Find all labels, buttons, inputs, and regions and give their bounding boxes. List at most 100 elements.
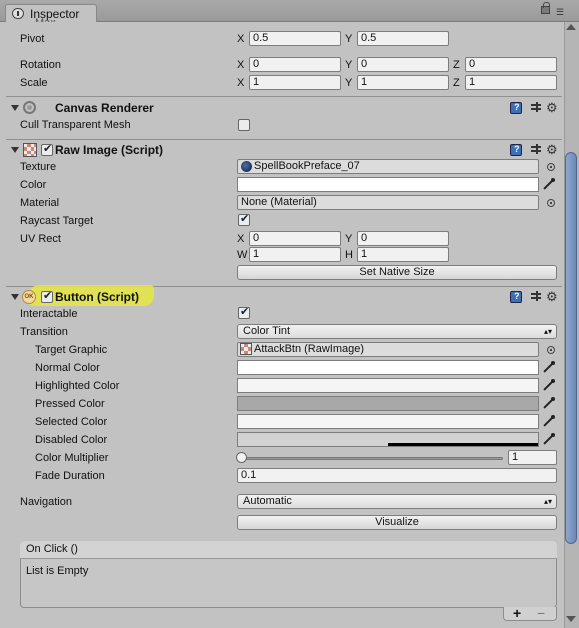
disabled-color-label: Disabled Color xyxy=(35,434,108,446)
foldout-raw-image[interactable] xyxy=(11,147,19,153)
uv-w-field[interactable]: 1 xyxy=(249,247,341,262)
foldout-button[interactable] xyxy=(11,294,19,300)
help-icon[interactable] xyxy=(510,144,522,156)
pivot-y-field[interactable]: 0.5 xyxy=(357,31,449,46)
fade-duration-label: Fade Duration xyxy=(35,470,105,482)
color-multiplier-field[interactable]: 1 xyxy=(508,450,557,465)
color-multiplier-label: Color Multiplier xyxy=(35,452,109,464)
section-divider xyxy=(6,96,562,97)
info-icon xyxy=(12,8,24,19)
texture-field[interactable]: SpellBookPreface_07 xyxy=(237,159,539,174)
uv-x-field[interactable]: 0 xyxy=(249,231,341,246)
object-picker-icon[interactable] xyxy=(547,163,555,171)
alpha-bar xyxy=(388,443,538,446)
color-field[interactable] xyxy=(237,177,539,192)
transition-label: Transition xyxy=(20,326,68,338)
set-native-size-button[interactable]: Set Native Size xyxy=(237,265,557,280)
list-empty-text: List is Empty xyxy=(26,565,89,577)
normal-color-label: Normal Color xyxy=(35,362,100,374)
preset-icon[interactable] xyxy=(530,144,542,156)
pressed-color-field[interactable] xyxy=(237,396,539,411)
selected-color-label: Selected Color xyxy=(35,416,108,428)
eyedropper-icon[interactable] xyxy=(543,379,556,392)
cull-transparent-mesh-checkbox[interactable] xyxy=(238,119,250,131)
texture-value: SpellBookPreface_07 xyxy=(254,160,360,172)
highlighted-color-field[interactable] xyxy=(237,378,539,393)
eyedropper-icon[interactable] xyxy=(543,178,556,191)
raw-image-enabled-checkbox[interactable] xyxy=(41,142,53,156)
button-component-icon: OK xyxy=(22,290,36,304)
target-graphic-field[interactable]: AttackBtn (RawImage) xyxy=(237,342,539,357)
lock-icon[interactable] xyxy=(541,2,550,14)
pivot-x-field[interactable]: 0.5 xyxy=(249,31,341,46)
visualize-button[interactable]: Visualize xyxy=(237,515,557,530)
eyedropper-icon[interactable] xyxy=(543,433,556,446)
transition-value: Color Tint xyxy=(243,325,291,337)
material-label: Material xyxy=(20,197,60,209)
target-graphic-label: Target Graphic xyxy=(35,344,108,356)
scroll-down-icon[interactable] xyxy=(566,616,576,622)
on-click-header: On Click () xyxy=(20,541,557,559)
menu-icon[interactable]: ☰ xyxy=(556,7,568,17)
scroll-up-icon[interactable] xyxy=(566,24,576,30)
help-icon[interactable] xyxy=(510,291,522,303)
rotation-label: Rotation xyxy=(20,59,61,71)
navigation-dropdown[interactable]: Automatic ▴▾ xyxy=(237,494,557,509)
foldout-canvas-renderer[interactable] xyxy=(11,105,19,111)
rotation-x-field[interactable]: 0 xyxy=(249,57,341,72)
texture-label: Texture xyxy=(20,161,57,173)
rotation-y-field[interactable]: 0 xyxy=(357,57,449,72)
rotation-z-axis: Z xyxy=(453,59,460,71)
preset-icon[interactable] xyxy=(530,291,542,303)
scale-x-axis: X xyxy=(237,77,245,89)
remove-item-button[interactable]: − xyxy=(537,605,545,621)
max-label: Max xyxy=(35,16,56,22)
pressed-color-label: Pressed Color xyxy=(35,398,105,410)
color-multiplier-slider-track[interactable] xyxy=(241,457,503,460)
uv-h-field[interactable]: 1 xyxy=(357,247,449,262)
raw-image-icon xyxy=(23,143,37,157)
help-icon[interactable] xyxy=(510,102,522,114)
add-item-button[interactable]: + xyxy=(513,605,521,621)
scale-z-field[interactable]: 1 xyxy=(465,75,557,90)
canvas-renderer-icon xyxy=(23,101,36,114)
color-label: Color xyxy=(20,179,47,191)
interactable-checkbox[interactable] xyxy=(238,305,250,319)
preset-icon[interactable] xyxy=(530,102,542,114)
pivot-label: Pivot xyxy=(20,33,45,45)
navigation-label: Navigation xyxy=(20,496,72,508)
selected-color-field[interactable] xyxy=(237,414,539,429)
dropdown-arrow-icon: ▴▾ xyxy=(543,327,552,336)
gear-icon[interactable]: ⚙ xyxy=(546,290,558,303)
eyedropper-icon[interactable] xyxy=(543,415,556,428)
uv-y-field[interactable]: 0 xyxy=(357,231,449,246)
normal-color-field[interactable] xyxy=(237,360,539,375)
texture-icon xyxy=(241,161,252,172)
disabled-color-field[interactable] xyxy=(237,432,539,447)
object-picker-icon[interactable] xyxy=(547,346,555,354)
color-multiplier-slider-handle[interactable] xyxy=(236,452,247,463)
eyedropper-icon[interactable] xyxy=(543,361,556,374)
rotation-y-axis: Y xyxy=(345,59,353,71)
list-footer: + − xyxy=(503,605,557,621)
button-enabled-checkbox[interactable] xyxy=(41,289,53,303)
scale-y-axis: Y xyxy=(345,77,353,89)
scale-y-field[interactable]: 1 xyxy=(357,75,449,90)
scale-z-axis: Z xyxy=(453,77,460,89)
object-picker-icon[interactable] xyxy=(547,199,555,207)
pivot-x-axis: X xyxy=(237,33,245,45)
eyedropper-icon[interactable] xyxy=(543,397,556,410)
rotation-z-field[interactable]: 0 xyxy=(465,57,557,72)
canvas-renderer-title: Canvas Renderer xyxy=(55,101,154,115)
gear-icon[interactable]: ⚙ xyxy=(546,101,558,114)
interactable-label: Interactable xyxy=(20,308,78,320)
transition-dropdown[interactable]: Color Tint ▴▾ xyxy=(237,324,557,339)
gear-icon[interactable]: ⚙ xyxy=(546,143,558,156)
material-field[interactable]: None (Material) xyxy=(237,195,539,210)
dropdown-arrow-icon: ▴▾ xyxy=(543,497,552,506)
scrollbar-thumb[interactable] xyxy=(565,152,577,544)
fade-duration-field[interactable]: 0.1 xyxy=(237,468,557,483)
raycast-target-checkbox[interactable] xyxy=(238,212,250,226)
on-click-title: On Click () xyxy=(26,543,78,555)
scale-x-field[interactable]: 1 xyxy=(249,75,341,90)
